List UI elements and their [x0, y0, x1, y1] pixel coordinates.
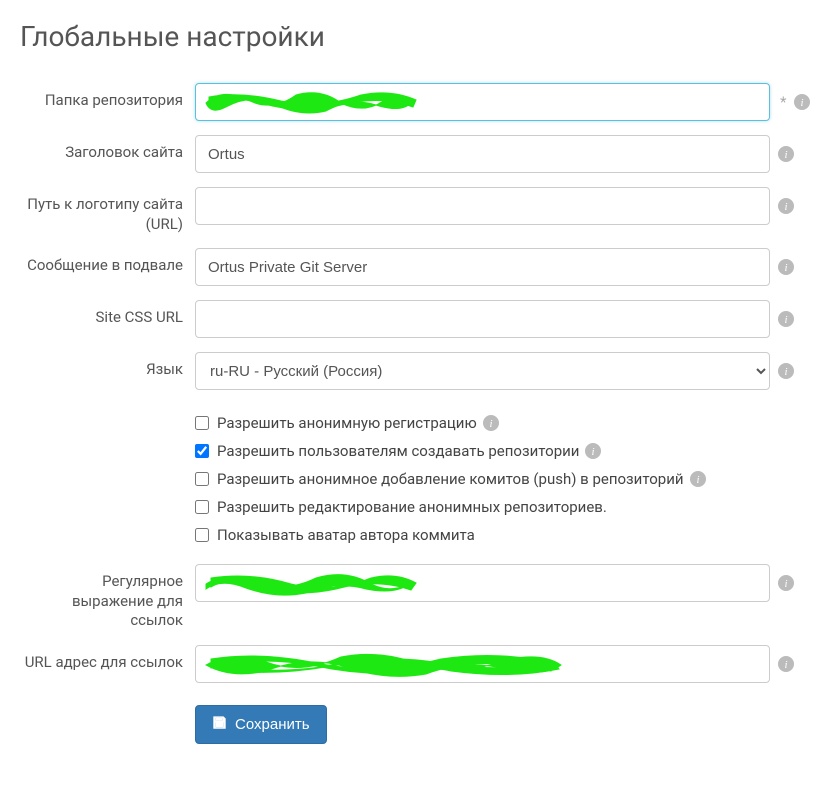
- page-title: Глобальные настройки: [20, 20, 801, 53]
- checkbox-label-anon-registration: Разрешить анонимную регистрацию: [217, 414, 477, 432]
- checkbox-row-show-avatar: Показывать аватар автора коммита: [195, 526, 801, 544]
- input-site-title[interactable]: [195, 135, 770, 173]
- svg-text:i: i: [784, 262, 787, 274]
- info-icon[interactable]: i: [585, 443, 601, 459]
- checkbox-label-users-create-repos: Разрешить пользователям создавать репози…: [217, 442, 579, 460]
- checkbox-anon-registration[interactable]: [195, 416, 209, 430]
- checkbox-edit-anon-repos[interactable]: [195, 500, 209, 514]
- row-site-css-url: Site CSS URL i: [20, 300, 801, 338]
- save-icon: [212, 715, 227, 734]
- checkbox-show-avatar[interactable]: [195, 528, 209, 542]
- checkbox-label-anon-push: Разрешить анонимное добавление комитов (…: [217, 470, 684, 488]
- label-site-css-url: Site CSS URL: [20, 300, 195, 328]
- info-icon[interactable]: i: [778, 311, 794, 327]
- label-link-regex: Регулярное выражение для ссылок: [20, 564, 195, 631]
- row-logo-url: Путь к логотипу сайта (URL) i: [20, 187, 801, 234]
- checkbox-row-anon-registration: Разрешить анонимную регистрацию i: [195, 414, 801, 432]
- checkbox-row-anon-push: Разрешить анонимное добавление комитов (…: [195, 470, 801, 488]
- row-footer-message: Сообщение в подвале i: [20, 248, 801, 286]
- info-icon[interactable]: i: [778, 146, 794, 162]
- row-link-regex: Регулярное выражение для ссылок i: [20, 564, 801, 631]
- input-repo-folder[interactable]: [195, 83, 770, 121]
- info-icon[interactable]: i: [778, 363, 794, 379]
- label-logo-url: Путь к логотипу сайта (URL): [20, 187, 195, 234]
- label-site-title: Заголовок сайта: [20, 135, 195, 163]
- row-repo-folder: Папка репозитория * i: [20, 83, 801, 121]
- info-icon[interactable]: i: [483, 415, 499, 431]
- svg-text:i: i: [784, 659, 787, 671]
- svg-text:i: i: [489, 418, 492, 430]
- label-repo-folder: Папка репозитория: [20, 83, 195, 111]
- save-button-label: Сохранить: [235, 716, 310, 733]
- save-row: Сохранить: [195, 705, 801, 744]
- input-footer-message[interactable]: [195, 248, 770, 286]
- svg-text:i: i: [784, 366, 787, 378]
- label-footer-message: Сообщение в подвале: [20, 248, 195, 276]
- checkbox-label-show-avatar: Показывать аватар автора коммита: [217, 526, 475, 544]
- input-link-regex[interactable]: [195, 564, 770, 602]
- label-language: Язык: [20, 352, 195, 380]
- checkbox-users-create-repos[interactable]: [195, 444, 209, 458]
- info-icon[interactable]: i: [690, 471, 706, 487]
- checkbox-anon-push[interactable]: [195, 472, 209, 486]
- save-button[interactable]: Сохранить: [195, 705, 327, 744]
- info-icon[interactable]: i: [794, 94, 810, 110]
- row-language: Язык ru-RU - Русский (Россия) i: [20, 352, 801, 390]
- info-icon[interactable]: i: [778, 198, 794, 214]
- svg-text:i: i: [801, 97, 804, 109]
- svg-text:i: i: [784, 314, 787, 326]
- svg-text:i: i: [784, 578, 787, 590]
- checkbox-section: Разрешить анонимную регистрацию i Разреш…: [195, 414, 801, 544]
- checkbox-row-edit-anon-repos: Разрешить редактирование анонимных репоз…: [195, 498, 801, 516]
- input-link-url[interactable]: [195, 645, 770, 683]
- checkbox-label-edit-anon-repos: Разрешить редактирование анонимных репоз…: [217, 498, 607, 516]
- input-logo-url[interactable]: [195, 187, 770, 225]
- row-site-title: Заголовок сайта i: [20, 135, 801, 173]
- select-language[interactable]: ru-RU - Русский (Россия): [195, 352, 770, 390]
- checkbox-row-users-create-repos: Разрешить пользователям создавать репози…: [195, 442, 801, 460]
- row-link-url: URL адрес для ссылок i: [20, 645, 801, 683]
- required-mark: *: [780, 93, 786, 111]
- input-site-css-url[interactable]: [195, 300, 770, 338]
- info-icon[interactable]: i: [778, 656, 794, 672]
- info-icon[interactable]: i: [778, 259, 794, 275]
- svg-text:i: i: [592, 446, 595, 458]
- info-icon[interactable]: i: [778, 575, 794, 591]
- label-link-url: URL адрес для ссылок: [20, 645, 195, 673]
- svg-text:i: i: [784, 201, 787, 213]
- svg-text:i: i: [784, 149, 787, 161]
- svg-text:i: i: [696, 474, 699, 486]
